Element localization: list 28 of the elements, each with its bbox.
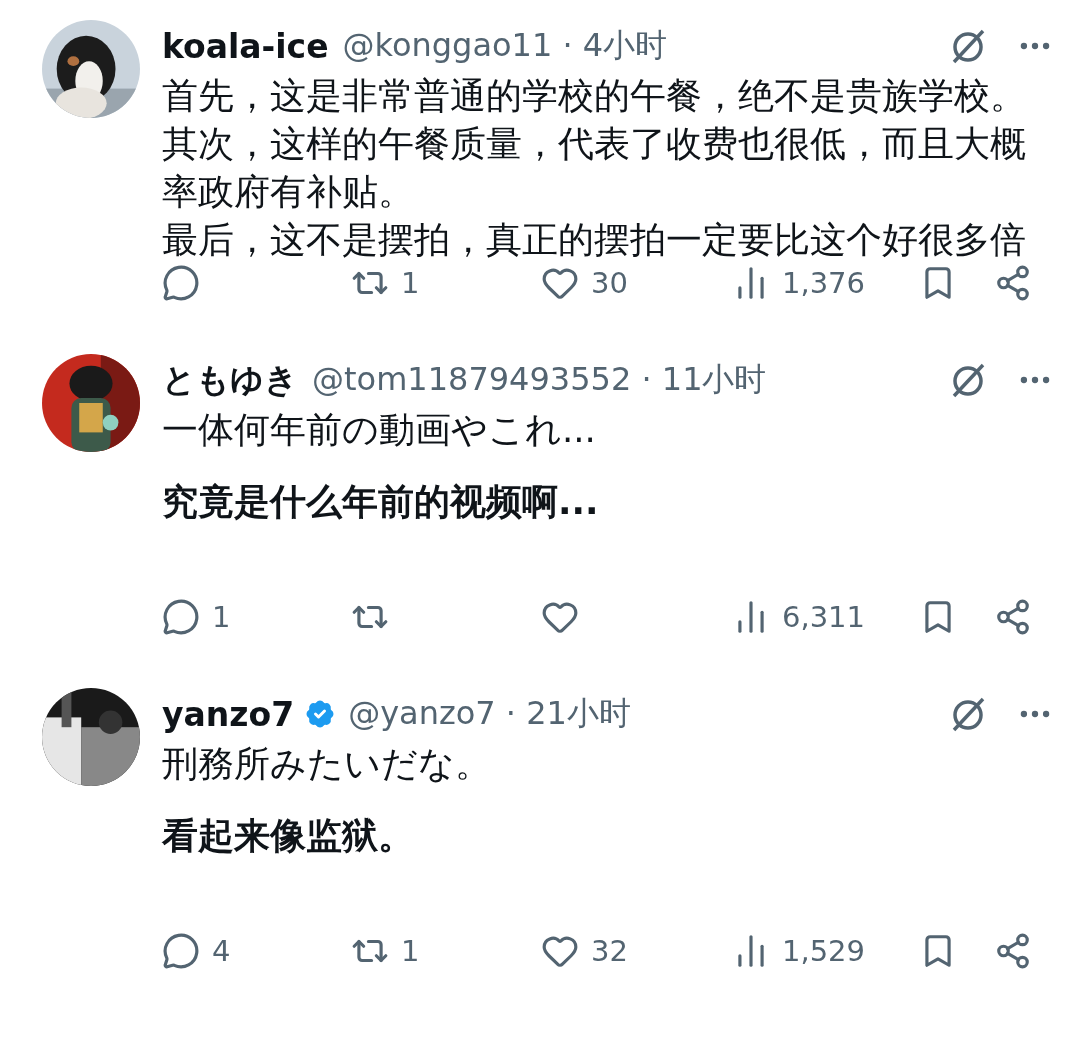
user-name[interactable]: koala-ice bbox=[162, 26, 329, 66]
reply-button[interactable]: 1 bbox=[162, 598, 351, 636]
reply-text: 首先，这是非常普通的学校的午餐，绝不是贵族学校。 bbox=[162, 74, 1027, 118]
views-button[interactable]: 6,311 bbox=[732, 598, 919, 636]
reply-button[interactable]: 4 bbox=[162, 932, 351, 970]
translation-text: 究竟是什么年前的视频啊... bbox=[162, 480, 600, 524]
like-button[interactable]: 32 bbox=[541, 932, 732, 970]
reply-text: 一体何年前の動画やこれ... bbox=[162, 408, 597, 452]
user-name[interactable]: ともゆき bbox=[162, 357, 298, 403]
share-icon[interactable] bbox=[994, 264, 1032, 302]
reply-icon[interactable] bbox=[162, 264, 200, 302]
like-button[interactable]: 30 bbox=[541, 264, 732, 302]
repost-button[interactable]: 1 bbox=[351, 264, 541, 302]
translation-text: 看起来像监狱。 bbox=[162, 814, 415, 858]
views-button[interactable]: 1,529 bbox=[732, 932, 919, 970]
repost-button[interactable]: 1 bbox=[351, 932, 541, 970]
share-icon[interactable] bbox=[994, 598, 1032, 636]
reply-text: 最后，这不是摆拍，真正的摆拍一定要比这个好很多倍 bbox=[162, 218, 1027, 262]
views-button[interactable]: 1,376 bbox=[732, 264, 919, 302]
share-icon[interactable] bbox=[994, 932, 1032, 970]
reply-text: 其次，这样的午餐质量，代表了收费也很低，而且大概率政府有补贴。 bbox=[162, 122, 1027, 214]
user-name[interactable]: yanzo7 bbox=[162, 694, 295, 734]
reply-icon bbox=[162, 932, 200, 970]
handle-and-time: @konggao11 · 4小时 bbox=[342, 25, 668, 66]
handle-and-time: @tom11879493552 · 11小时 bbox=[312, 359, 767, 400]
reply-icon bbox=[162, 598, 200, 636]
reply-text: 刑務所みたいだな。 bbox=[162, 742, 492, 786]
handle-and-time: @yanzo7 · 21小时 bbox=[348, 693, 631, 734]
